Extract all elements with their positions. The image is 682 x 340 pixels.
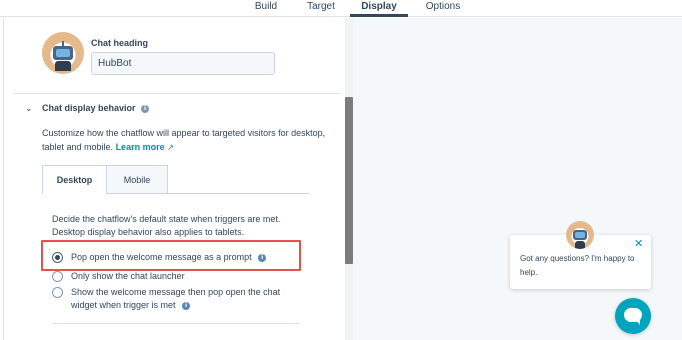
radio-welcome-then-pop[interactable] [52, 287, 63, 298]
radio-launcher-only[interactable] [52, 271, 63, 282]
option-launcher-only[interactable]: Only show the chat launcher [71, 269, 185, 283]
tab-build[interactable]: Build [249, 0, 283, 17]
chat-avatar[interactable] [42, 32, 84, 74]
option-welcome-then-pop[interactable]: Show the welcome message then pop open t… [71, 285, 280, 299]
tabs-underline [168, 193, 309, 194]
top-tab-bar: Build Target Display Options [0, 0, 682, 17]
welcome-message-text: Got any questions? I'm happy to help. [520, 254, 635, 277]
info-icon[interactable]: i [258, 253, 267, 262]
preview-avatar [566, 221, 594, 249]
tab-options[interactable]: Options [420, 0, 466, 17]
info-icon[interactable]: i [141, 104, 150, 113]
section-divider [13, 93, 341, 94]
external-link-icon: ↗ [167, 143, 174, 152]
learn-more-link[interactable]: Learn more [116, 142, 165, 152]
tab-desktop[interactable]: Desktop [42, 165, 107, 194]
chat-launcher-button[interactable] [615, 298, 651, 334]
section-title: Chat display behavior i [42, 103, 150, 113]
radio-pop-open[interactable] [52, 252, 63, 263]
chat-heading-label: Chat heading [91, 38, 149, 48]
tab-mobile[interactable]: Mobile [106, 165, 168, 194]
tab-display[interactable]: Display [350, 0, 408, 17]
chevron-down-icon[interactable]: ⌄ [25, 103, 33, 114]
chat-heading-input[interactable]: HubBot [91, 52, 275, 75]
info-icon[interactable]: i [182, 301, 191, 310]
option-welcome-then-pop-line2[interactable]: widget when trigger is met i [71, 298, 191, 312]
close-icon[interactable]: ✕ [634, 238, 643, 250]
option-pop-open[interactable]: Pop open the welcome message as a prompt… [71, 250, 267, 264]
bottom-divider [52, 323, 300, 324]
tab-description-2: Desktop display behavior also applies to… [52, 227, 245, 237]
tab-description-1: Decide the chatflow's default state when… [52, 214, 281, 224]
scrollbar-thumb[interactable] [345, 97, 353, 264]
chat-preview-area [353, 18, 682, 340]
section-description: Customize how the chatflow will appear t… [42, 126, 332, 155]
tab-target[interactable]: Target [302, 0, 340, 17]
